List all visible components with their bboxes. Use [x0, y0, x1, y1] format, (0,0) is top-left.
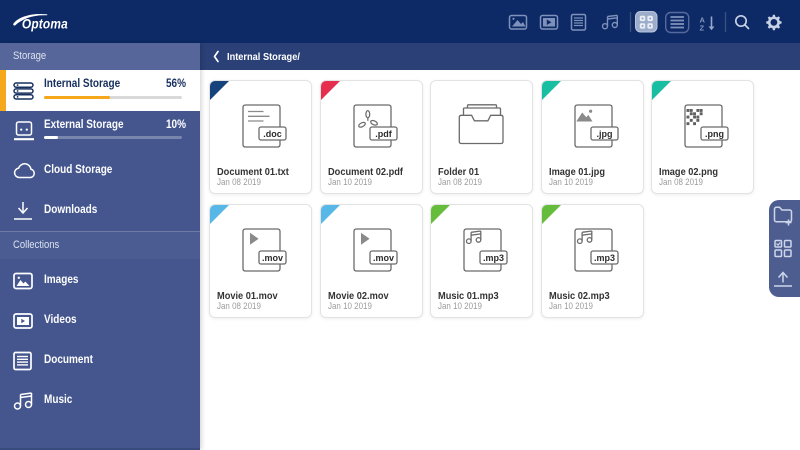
- svg-text:.mp3: .mp3: [594, 253, 615, 263]
- svg-text:.jpg: .jpg: [597, 129, 613, 139]
- svg-text:.png: .png: [705, 129, 724, 139]
- svg-text:.mov: .mov: [262, 253, 283, 263]
- svg-text:Optoma: Optoma: [22, 16, 68, 32]
- svg-text:.pdf: .pdf: [375, 129, 392, 139]
- svg-text:.doc: .doc: [263, 129, 282, 139]
- svg-text:.mov: .mov: [373, 253, 394, 263]
- svg-text:Z: Z: [700, 24, 705, 33]
- svg-text:.mp3: .mp3: [483, 253, 504, 263]
